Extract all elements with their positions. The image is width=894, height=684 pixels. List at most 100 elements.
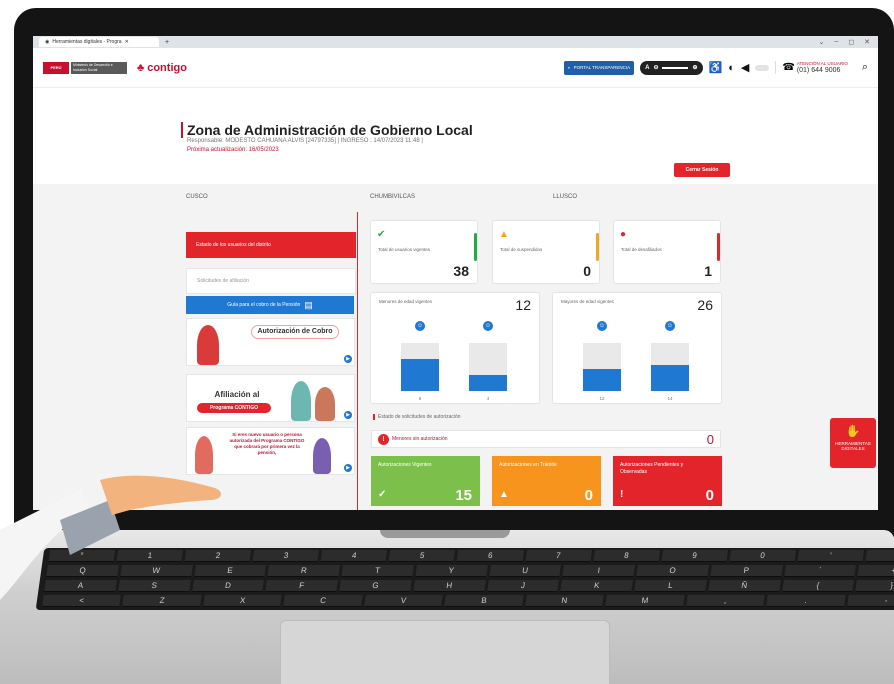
portal-transparencia-button[interactable]: ◐ PORTAL TRANSPARENCIA xyxy=(563,60,635,75)
speaker-icon[interactable]: ◀ xyxy=(741,61,749,74)
keyboard-key: 9 xyxy=(661,550,728,562)
hand-illustration xyxy=(0,475,222,600)
keyboard-key: B xyxy=(444,595,524,607)
laptop-screen: ◉ Herramientas digitales - Progra ✕ + ⌄ … xyxy=(33,36,878,510)
wheelchair-user-illustration xyxy=(197,325,219,365)
stat-card-suspendidos[interactable]: ▲ Total de suspendidos 0 xyxy=(492,220,600,284)
zoom-track[interactable] xyxy=(662,66,689,69)
keyboard-key: 8 xyxy=(593,550,660,562)
close-window-button[interactable]: ✕ xyxy=(864,38,870,46)
tab-list-button[interactable]: ⌄ xyxy=(819,38,825,46)
audio-toggle[interactable] xyxy=(755,64,770,71)
banner-title: Afiliación al xyxy=(214,390,260,399)
play-video-icon[interactable]: ▶ xyxy=(344,355,352,363)
chart-total: 12 xyxy=(515,297,531,313)
stat-card-desafiliados[interactable]: ● Total de desafiliados 1 xyxy=(613,220,721,284)
keyboard-key: { xyxy=(781,580,855,592)
window-controls: ⌄ – ◻ ✕ xyxy=(819,38,878,46)
keyboard-key: K xyxy=(560,580,633,592)
chart-title: Mayores de edad vigentes xyxy=(561,299,614,304)
auth-box-value: 0 xyxy=(584,487,593,504)
portal-label: PORTAL TRANSPARENCIA xyxy=(573,65,631,70)
portal-icon: ◐ xyxy=(567,65,571,70)
zoom-label: A xyxy=(645,64,650,71)
text-zoom-slider[interactable]: A ⊖ ⊕ xyxy=(640,60,703,75)
banner-subtitle: Programa CONTIGO xyxy=(197,403,271,413)
new-tab-button[interactable]: + xyxy=(165,39,169,46)
keyboard-key: ¿ xyxy=(865,550,894,562)
tab-favicon-icon: ◉ xyxy=(45,39,50,45)
bar-slot xyxy=(651,343,689,391)
boy-avatar-icon: ☺ xyxy=(415,321,425,331)
keyboard-key: 6 xyxy=(456,550,524,562)
search-icon[interactable]: ⌕ xyxy=(862,61,868,74)
missing-authorization-label: Menores sin autorización xyxy=(392,436,448,442)
keyboard-key: I xyxy=(562,565,635,577)
keyboard-key: U xyxy=(488,565,562,577)
district-label: LLUSCO xyxy=(553,194,578,200)
bar-label: 14 xyxy=(667,396,673,401)
zoom-out-icon[interactable]: ⊖ xyxy=(653,64,658,71)
keyboard-key: T xyxy=(341,565,414,577)
alert-circle-icon: ● xyxy=(620,229,627,240)
auth-box-tramite[interactable]: Autorizaciones en Trámite ▲ 0 xyxy=(492,456,601,506)
keyboard-key: - xyxy=(846,595,894,607)
keyboard-key: G xyxy=(339,580,412,592)
banner-primer-cobro[interactable]: Si eres nuevo usuario o persona autoriza… xyxy=(186,427,355,475)
digital-tools-button[interactable]: ✋ HERRAMIENTAS DIGITALES xyxy=(830,418,876,468)
alert-icon: ! xyxy=(620,489,624,500)
keyboard-key: } xyxy=(855,580,894,592)
tab-close-icon[interactable]: ✕ xyxy=(125,39,129,45)
keyboard-key: O xyxy=(636,565,709,577)
bar-slot xyxy=(583,343,621,391)
missing-authorization-row[interactable]: ! Menores sin autorización 0 xyxy=(371,430,721,448)
zoom-in-icon[interactable]: ⊕ xyxy=(692,64,697,71)
logout-button[interactable]: Cerrar Sesión xyxy=(674,163,730,177)
banner-title: Si eres nuevo usuario o persona autoriza… xyxy=(229,432,305,455)
check-circle-icon: ✔ xyxy=(377,229,386,240)
warning-icon: ▲ xyxy=(499,489,509,500)
minimize-button[interactable]: – xyxy=(834,38,838,46)
auth-box-pendientes[interactable]: Autorizaciones Pendientes y Observadas !… xyxy=(613,456,722,506)
stat-accent-bar xyxy=(596,233,599,261)
banner-title: Autorización de Cobro xyxy=(251,325,339,339)
keyboard-key: F xyxy=(265,580,338,592)
keyboard-key: 7 xyxy=(524,550,592,562)
maximize-button[interactable]: ◻ xyxy=(848,38,854,46)
keyboard-key: R xyxy=(267,565,340,577)
auth-box-label: Autorizaciones Pendientes y Observadas xyxy=(620,462,684,475)
admin-header: Zona de Administración de Gobierno Local… xyxy=(33,88,878,184)
elder-illustration xyxy=(315,387,335,421)
keyboard-key: M xyxy=(605,595,685,607)
staff-illustration xyxy=(291,381,311,421)
support-contact[interactable]: ☎ ATENCIÓN AL USUARIO (01) 644 9006 xyxy=(775,61,848,74)
keyboard-key: ´ xyxy=(783,565,857,577)
browser-tab[interactable]: ◉ Herramientas digitales - Progra ✕ xyxy=(39,37,159,47)
accessibility-icon[interactable]: ♿ xyxy=(709,61,723,74)
banner-afiliacion[interactable]: Afiliación al Programa CONTIGO ▶ xyxy=(186,374,355,422)
play-video-icon[interactable]: ▶ xyxy=(344,411,352,419)
auth-box-value: 15 xyxy=(455,487,472,504)
wheelchair-user-illustration xyxy=(313,438,331,474)
support-phone: (01) 644 9006 xyxy=(796,67,841,74)
contrast-icon[interactable]: ◐ xyxy=(728,62,735,74)
stat-label: Total de usuarios vigentes xyxy=(378,247,431,252)
keyboard-key: J xyxy=(486,580,560,592)
keyboard-key: + xyxy=(857,565,894,577)
bar-label: 12 xyxy=(599,396,605,401)
play-video-icon[interactable]: ▶ xyxy=(344,464,352,472)
stat-card-vigentes[interactable]: ✔ Total de usuarios vigentes 38 xyxy=(370,220,478,284)
pension-guide-button[interactable]: Guía para el cobro de la Pensión ▤ xyxy=(186,296,354,314)
sidebar-item-affiliation-requests[interactable]: Solicitudes de afiliación xyxy=(186,268,356,294)
man-avatar-icon: ☺ xyxy=(597,321,607,331)
bar-slot xyxy=(401,343,439,391)
bar-fill xyxy=(651,365,689,391)
sidebar-item-user-status[interactable]: Estado de los usuarios del distrito xyxy=(186,232,356,258)
contigo-logo[interactable]: ♣ contigo xyxy=(137,62,187,74)
digital-tools-label: HERRAMIENTAS DIGITALES xyxy=(835,441,871,451)
chart-total: 26 xyxy=(697,297,713,313)
auth-box-label: Autorizaciones Vigentes xyxy=(378,462,432,468)
auth-box-vigentes[interactable]: Autorizaciones Vigentes ✓ 15 xyxy=(371,456,480,506)
banner-autorizacion-cobro[interactable]: Autorización de Cobro ▶ xyxy=(186,318,355,366)
government-logo[interactable]: PERÚ Ministerio de Desarrollo e Inclusió… xyxy=(43,61,127,74)
